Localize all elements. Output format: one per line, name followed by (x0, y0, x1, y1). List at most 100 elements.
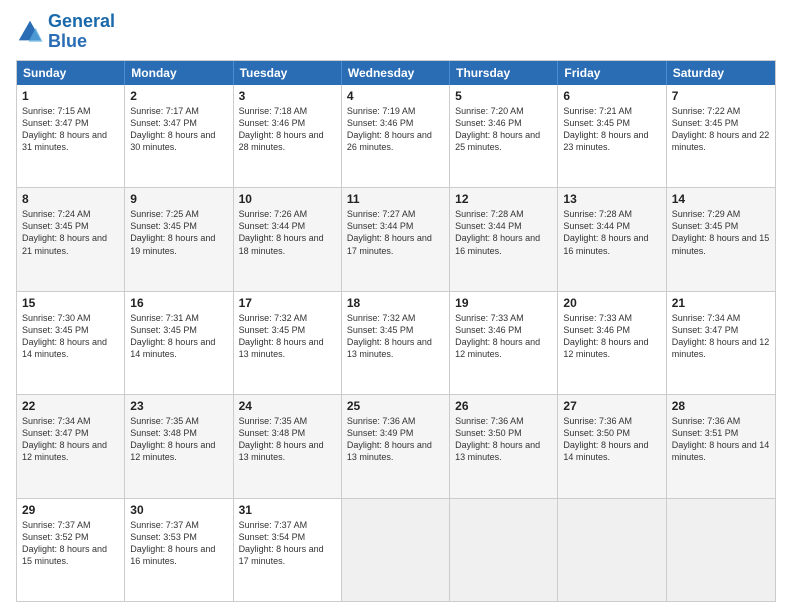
calendar-cell (667, 499, 775, 601)
header-day-thursday: Thursday (450, 61, 558, 85)
cell-info: Sunrise: 7:36 AMSunset: 3:49 PMDaylight:… (347, 415, 444, 464)
day-number: 2 (130, 89, 227, 103)
calendar-cell: 15 Sunrise: 7:30 AMSunset: 3:45 PMDaylig… (17, 292, 125, 394)
calendar-cell: 20 Sunrise: 7:33 AMSunset: 3:46 PMDaylig… (558, 292, 666, 394)
cell-info: Sunrise: 7:32 AMSunset: 3:45 PMDaylight:… (239, 312, 336, 361)
day-number: 23 (130, 399, 227, 413)
calendar-cell: 11 Sunrise: 7:27 AMSunset: 3:44 PMDaylig… (342, 188, 450, 290)
calendar-row-5: 29 Sunrise: 7:37 AMSunset: 3:52 PMDaylig… (17, 498, 775, 601)
header-day-wednesday: Wednesday (342, 61, 450, 85)
calendar-row-2: 8 Sunrise: 7:24 AMSunset: 3:45 PMDayligh… (17, 187, 775, 290)
day-number: 9 (130, 192, 227, 206)
day-number: 25 (347, 399, 444, 413)
cell-info: Sunrise: 7:37 AMSunset: 3:54 PMDaylight:… (239, 519, 336, 568)
calendar-cell: 19 Sunrise: 7:33 AMSunset: 3:46 PMDaylig… (450, 292, 558, 394)
cell-info: Sunrise: 7:20 AMSunset: 3:46 PMDaylight:… (455, 105, 552, 154)
cell-info: Sunrise: 7:18 AMSunset: 3:46 PMDaylight:… (239, 105, 336, 154)
cell-info: Sunrise: 7:36 AMSunset: 3:51 PMDaylight:… (672, 415, 770, 464)
day-number: 5 (455, 89, 552, 103)
calendar-cell: 23 Sunrise: 7:35 AMSunset: 3:48 PMDaylig… (125, 395, 233, 497)
day-number: 13 (563, 192, 660, 206)
cell-info: Sunrise: 7:28 AMSunset: 3:44 PMDaylight:… (563, 208, 660, 257)
cell-info: Sunrise: 7:37 AMSunset: 3:52 PMDaylight:… (22, 519, 119, 568)
day-number: 31 (239, 503, 336, 517)
day-number: 18 (347, 296, 444, 310)
calendar-cell: 22 Sunrise: 7:34 AMSunset: 3:47 PMDaylig… (17, 395, 125, 497)
header: General Blue (16, 12, 776, 52)
calendar-header: SundayMondayTuesdayWednesdayThursdayFrid… (17, 61, 775, 85)
cell-info: Sunrise: 7:24 AMSunset: 3:45 PMDaylight:… (22, 208, 119, 257)
calendar-cell: 13 Sunrise: 7:28 AMSunset: 3:44 PMDaylig… (558, 188, 666, 290)
cell-info: Sunrise: 7:36 AMSunset: 3:50 PMDaylight:… (455, 415, 552, 464)
cell-info: Sunrise: 7:25 AMSunset: 3:45 PMDaylight:… (130, 208, 227, 257)
day-number: 3 (239, 89, 336, 103)
calendar-row-1: 1 Sunrise: 7:15 AMSunset: 3:47 PMDayligh… (17, 85, 775, 187)
page: General Blue SundayMondayTuesdayWednesda… (0, 0, 792, 612)
cell-info: Sunrise: 7:31 AMSunset: 3:45 PMDaylight:… (130, 312, 227, 361)
calendar-cell: 30 Sunrise: 7:37 AMSunset: 3:53 PMDaylig… (125, 499, 233, 601)
calendar-cell: 12 Sunrise: 7:28 AMSunset: 3:44 PMDaylig… (450, 188, 558, 290)
day-number: 21 (672, 296, 770, 310)
cell-info: Sunrise: 7:37 AMSunset: 3:53 PMDaylight:… (130, 519, 227, 568)
calendar-cell: 17 Sunrise: 7:32 AMSunset: 3:45 PMDaylig… (234, 292, 342, 394)
day-number: 27 (563, 399, 660, 413)
cell-info: Sunrise: 7:33 AMSunset: 3:46 PMDaylight:… (563, 312, 660, 361)
calendar-cell: 4 Sunrise: 7:19 AMSunset: 3:46 PMDayligh… (342, 85, 450, 187)
day-number: 17 (239, 296, 336, 310)
cell-info: Sunrise: 7:35 AMSunset: 3:48 PMDaylight:… (130, 415, 227, 464)
calendar-body: 1 Sunrise: 7:15 AMSunset: 3:47 PMDayligh… (17, 85, 775, 601)
calendar-cell (558, 499, 666, 601)
cell-info: Sunrise: 7:33 AMSunset: 3:46 PMDaylight:… (455, 312, 552, 361)
logo-icon (16, 18, 44, 46)
cell-info: Sunrise: 7:27 AMSunset: 3:44 PMDaylight:… (347, 208, 444, 257)
calendar-cell (342, 499, 450, 601)
day-number: 1 (22, 89, 119, 103)
header-day-saturday: Saturday (667, 61, 775, 85)
day-number: 26 (455, 399, 552, 413)
day-number: 19 (455, 296, 552, 310)
calendar-cell: 10 Sunrise: 7:26 AMSunset: 3:44 PMDaylig… (234, 188, 342, 290)
day-number: 11 (347, 192, 444, 206)
calendar-cell: 1 Sunrise: 7:15 AMSunset: 3:47 PMDayligh… (17, 85, 125, 187)
calendar-cell: 28 Sunrise: 7:36 AMSunset: 3:51 PMDaylig… (667, 395, 775, 497)
day-number: 4 (347, 89, 444, 103)
cell-info: Sunrise: 7:34 AMSunset: 3:47 PMDaylight:… (672, 312, 770, 361)
calendar-row-3: 15 Sunrise: 7:30 AMSunset: 3:45 PMDaylig… (17, 291, 775, 394)
cell-info: Sunrise: 7:30 AMSunset: 3:45 PMDaylight:… (22, 312, 119, 361)
calendar-cell: 29 Sunrise: 7:37 AMSunset: 3:52 PMDaylig… (17, 499, 125, 601)
header-day-friday: Friday (558, 61, 666, 85)
cell-info: Sunrise: 7:19 AMSunset: 3:46 PMDaylight:… (347, 105, 444, 154)
calendar-cell: 6 Sunrise: 7:21 AMSunset: 3:45 PMDayligh… (558, 85, 666, 187)
cell-info: Sunrise: 7:36 AMSunset: 3:50 PMDaylight:… (563, 415, 660, 464)
header-day-monday: Monday (125, 61, 233, 85)
day-number: 28 (672, 399, 770, 413)
day-number: 14 (672, 192, 770, 206)
day-number: 6 (563, 89, 660, 103)
cell-info: Sunrise: 7:22 AMSunset: 3:45 PMDaylight:… (672, 105, 770, 154)
cell-info: Sunrise: 7:15 AMSunset: 3:47 PMDaylight:… (22, 105, 119, 154)
calendar-cell: 5 Sunrise: 7:20 AMSunset: 3:46 PMDayligh… (450, 85, 558, 187)
calendar-cell: 31 Sunrise: 7:37 AMSunset: 3:54 PMDaylig… (234, 499, 342, 601)
cell-info: Sunrise: 7:35 AMSunset: 3:48 PMDaylight:… (239, 415, 336, 464)
cell-info: Sunrise: 7:34 AMSunset: 3:47 PMDaylight:… (22, 415, 119, 464)
day-number: 12 (455, 192, 552, 206)
calendar-cell: 14 Sunrise: 7:29 AMSunset: 3:45 PMDaylig… (667, 188, 775, 290)
calendar-cell: 27 Sunrise: 7:36 AMSunset: 3:50 PMDaylig… (558, 395, 666, 497)
cell-info: Sunrise: 7:17 AMSunset: 3:47 PMDaylight:… (130, 105, 227, 154)
day-number: 22 (22, 399, 119, 413)
calendar: SundayMondayTuesdayWednesdayThursdayFrid… (16, 60, 776, 602)
calendar-cell: 18 Sunrise: 7:32 AMSunset: 3:45 PMDaylig… (342, 292, 450, 394)
cell-info: Sunrise: 7:21 AMSunset: 3:45 PMDaylight:… (563, 105, 660, 154)
calendar-cell: 9 Sunrise: 7:25 AMSunset: 3:45 PMDayligh… (125, 188, 233, 290)
cell-info: Sunrise: 7:29 AMSunset: 3:45 PMDaylight:… (672, 208, 770, 257)
calendar-cell: 7 Sunrise: 7:22 AMSunset: 3:45 PMDayligh… (667, 85, 775, 187)
cell-info: Sunrise: 7:26 AMSunset: 3:44 PMDaylight:… (239, 208, 336, 257)
calendar-cell: 3 Sunrise: 7:18 AMSunset: 3:46 PMDayligh… (234, 85, 342, 187)
logo-text: General Blue (48, 12, 115, 52)
day-number: 15 (22, 296, 119, 310)
header-day-tuesday: Tuesday (234, 61, 342, 85)
day-number: 29 (22, 503, 119, 517)
calendar-cell: 24 Sunrise: 7:35 AMSunset: 3:48 PMDaylig… (234, 395, 342, 497)
calendar-cell: 2 Sunrise: 7:17 AMSunset: 3:47 PMDayligh… (125, 85, 233, 187)
cell-info: Sunrise: 7:32 AMSunset: 3:45 PMDaylight:… (347, 312, 444, 361)
